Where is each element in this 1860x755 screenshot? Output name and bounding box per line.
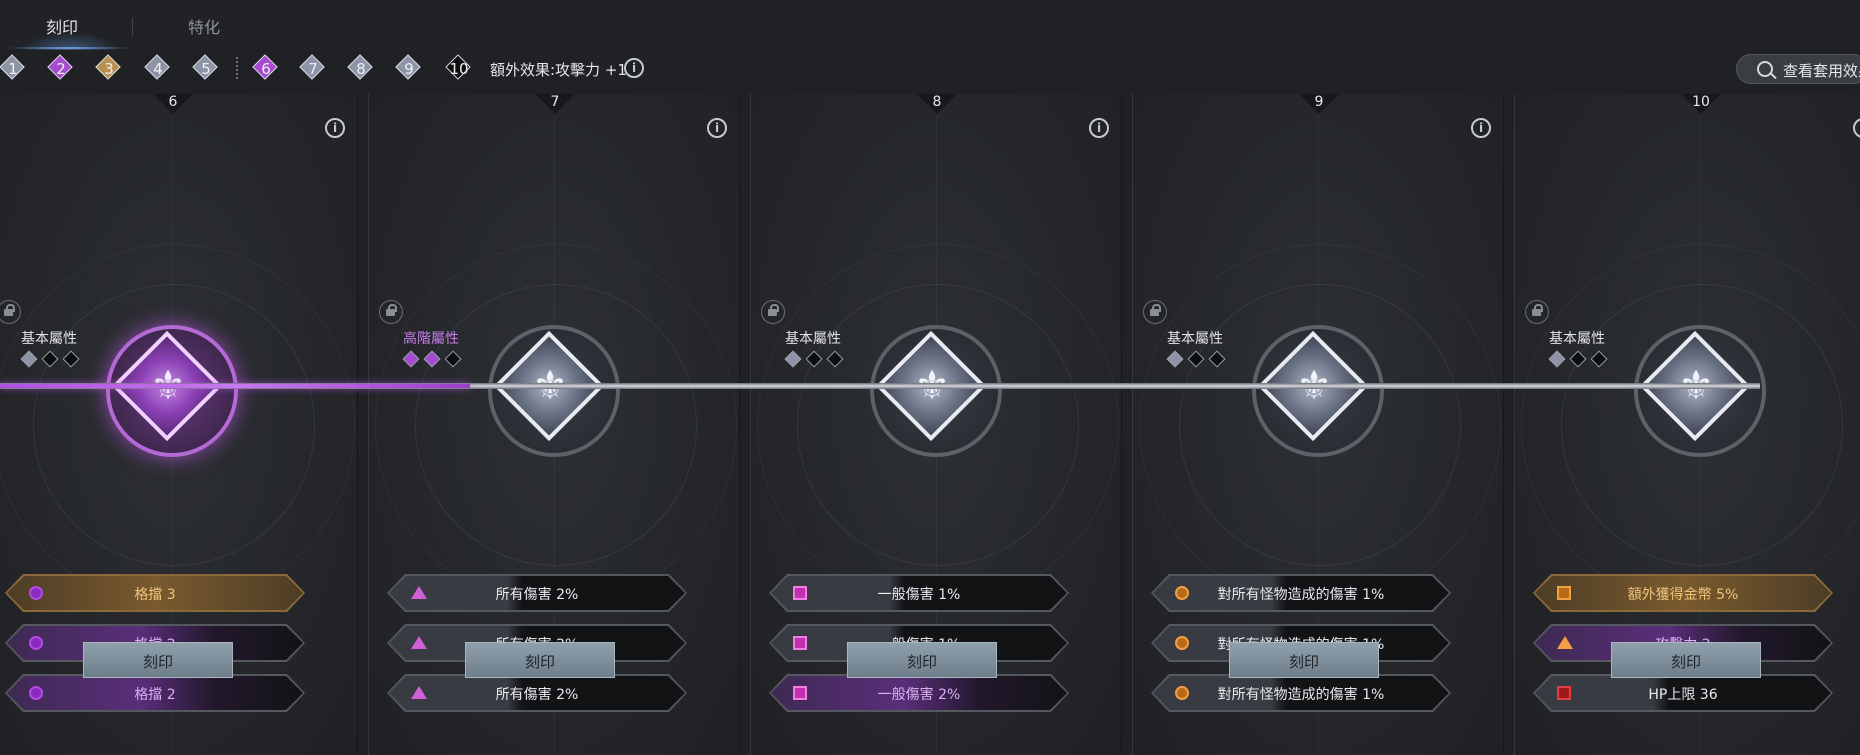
engrave-button-label: 刻印 <box>906 653 937 671</box>
info-icon[interactable]: i <box>325 118 345 138</box>
tab-divider <box>132 18 133 36</box>
attribute-tier-label: 基本屬性 <box>1167 331 1223 347</box>
stat-option-text: 所有傷害 2% <box>495 687 579 703</box>
slot-number: 10 <box>1692 94 1710 110</box>
tab-engrave[interactable]: 刻印 <box>46 14 78 38</box>
engrave-slot-panel: 10i基本屬性⚜額外獲得金幣 5%攻擊力 2HP上限 36刻印 <box>1514 94 1860 755</box>
step-number: 2 <box>56 60 66 78</box>
active-tab-underline <box>8 47 130 49</box>
engrave-button[interactable]: 刻印 <box>847 642 997 678</box>
engrave-button[interactable]: 刻印 <box>1611 642 1761 678</box>
engrave-slot-panel: 6i基本屬性⚜格擋 3格擋 2格擋 2刻印 <box>0 94 358 755</box>
stat-option-text: 所有傷害 2% <box>495 587 579 603</box>
stat-option-text: 一般傷害 2% <box>877 687 961 703</box>
engrave-button-label: 刻印 <box>142 653 173 671</box>
engrave-button[interactable]: 刻印 <box>465 642 615 678</box>
step-number: 1 <box>8 60 18 78</box>
step-7[interactable]: 7 <box>299 54 326 81</box>
step-8[interactable]: 8 <box>347 54 374 81</box>
top-bar: 刻印 特化 <box>0 0 1860 50</box>
step-3[interactable]: 3 <box>95 54 122 81</box>
stat-option-row[interactable]: 所有傷害 2% <box>387 674 687 712</box>
lock-icon[interactable] <box>0 300 21 324</box>
slot-number: 8 <box>932 94 942 110</box>
engrave-button[interactable]: 刻印 <box>83 642 233 678</box>
stat-option-row[interactable]: HP上限 36 <box>1533 674 1833 712</box>
stat-option-row[interactable]: 所有傷害 2% <box>387 574 687 612</box>
stat-option-row[interactable]: 一般傷害 2% <box>769 674 1069 712</box>
engrave-emblem-icon[interactable]: ⚜ <box>1634 325 1766 457</box>
engrave-slot-panel: 9i基本屬性⚜對所有怪物造成的傷害 1%對所有怪物造成的傷害 1%對所有怪物造成… <box>1132 94 1504 755</box>
engrave-button[interactable]: 刻印 <box>1229 642 1379 678</box>
tab-specialize[interactable]: 特化 <box>188 14 220 38</box>
engrave-button-label: 刻印 <box>524 653 555 671</box>
engrave-emblem-icon[interactable]: ⚜ <box>488 325 620 457</box>
stat-option-text: 格擋 2 <box>134 687 176 703</box>
step-number: 9 <box>404 60 414 78</box>
engrave-button-label: 刻印 <box>1670 653 1701 671</box>
lock-icon[interactable] <box>1143 300 1167 324</box>
view-applied-effects-label: 查看套用效果 <box>1783 62 1860 80</box>
stat-option-text: 額外獲得金幣 5% <box>1627 587 1739 603</box>
info-icon[interactable]: i <box>1853 118 1860 138</box>
search-icon <box>1757 61 1773 77</box>
step-9[interactable]: 9 <box>395 54 422 81</box>
engrave-step-track: 1 2 3 4 5 6 7 8 9 10 <box>0 52 480 86</box>
slot-number: 9 <box>1314 94 1324 110</box>
lock-icon[interactable] <box>1525 300 1549 324</box>
step-number: 4 <box>153 60 163 78</box>
stat-option-text: 一般傷害 1% <box>877 587 961 603</box>
info-icon[interactable]: i <box>707 118 727 138</box>
info-icon[interactable]: i <box>624 58 644 78</box>
step-number: 6 <box>261 60 271 78</box>
stat-option-row[interactable]: 對所有怪物造成的傷害 1% <box>1151 674 1451 712</box>
stat-option-row[interactable]: 額外獲得金幣 5% <box>1533 574 1833 612</box>
attribute-tier-label: 高階屬性 <box>403 331 459 347</box>
lock-icon[interactable] <box>379 300 403 324</box>
attribute-tier-label: 基本屬性 <box>785 331 841 347</box>
step-number: 8 <box>356 60 366 78</box>
engrave-slot-panel: 8i基本屬性⚜一般傷害 1%一般傷害 1%一般傷害 2%刻印 <box>750 94 1122 755</box>
view-applied-effects-button[interactable]: 查看套用效果 <box>1736 54 1860 84</box>
stat-option-text: HP上限 36 <box>1648 687 1718 703</box>
engrave-button-label: 刻印 <box>1288 653 1319 671</box>
engrave-emblem-icon[interactable]: ⚜ <box>106 325 238 457</box>
step-number: 5 <box>201 60 211 78</box>
lock-icon[interactable] <box>761 300 785 324</box>
step-divider <box>236 57 240 79</box>
slot-number: 7 <box>550 94 560 110</box>
attribute-tier-label: 基本屬性 <box>1549 331 1605 347</box>
stat-option-text: 格擋 3 <box>134 587 176 603</box>
step-1[interactable]: 1 <box>0 54 26 81</box>
stat-option-row[interactable]: 格擋 3 <box>5 574 305 612</box>
step-5[interactable]: 5 <box>192 54 219 81</box>
step-4[interactable]: 4 <box>144 54 171 81</box>
info-icon[interactable]: i <box>1471 118 1491 138</box>
stat-option-text: 對所有怪物造成的傷害 1% <box>1217 587 1385 603</box>
step-number: 3 <box>104 60 114 78</box>
attribute-tier-label: 基本屬性 <box>21 331 77 347</box>
stat-option-row[interactable]: 對所有怪物造成的傷害 1% <box>1151 574 1451 612</box>
step-6[interactable]: 6 <box>252 54 279 81</box>
slot-number: 6 <box>168 94 178 110</box>
engrave-track-progress <box>0 384 470 388</box>
step-number: 7 <box>308 60 318 78</box>
stat-option-row[interactable]: 格擋 2 <box>5 674 305 712</box>
stat-option-text: 對所有怪物造成的傷害 1% <box>1217 687 1385 703</box>
bonus-effect-text: 額外效果:攻擊力 +1 <box>490 61 627 79</box>
engrave-emblem-icon[interactable]: ⚜ <box>870 325 1002 457</box>
step-10[interactable]: 10 <box>445 54 472 81</box>
engrave-emblem-icon[interactable]: ⚜ <box>1252 325 1384 457</box>
stat-option-row[interactable]: 一般傷害 1% <box>769 574 1069 612</box>
step-2[interactable]: 2 <box>47 54 74 81</box>
info-icon[interactable]: i <box>1089 118 1109 138</box>
step-number: 10 <box>449 60 469 78</box>
engrave-slot-panel: 7i高階屬性⚜所有傷害 2%所有傷害 2%所有傷害 2%刻印 <box>368 94 740 755</box>
